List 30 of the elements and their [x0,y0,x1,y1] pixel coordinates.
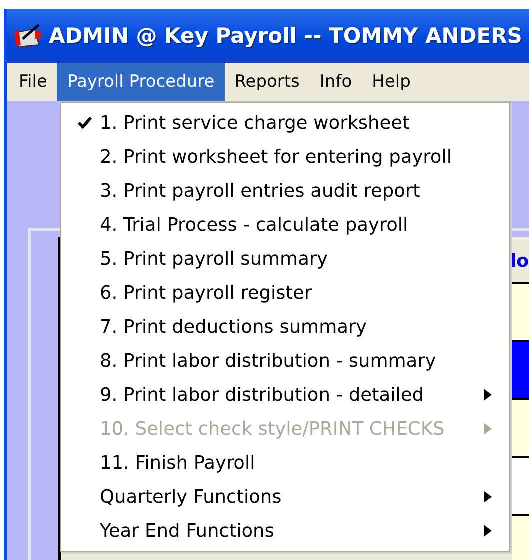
window-title: ADMIN @ Key Payroll -- TOMMY ANDERS [49,24,522,48]
column-header: lo [510,250,529,272]
grid-row[interactable] [512,284,529,340]
submenu-arrow-icon [483,422,493,436]
grid-row[interactable] [512,400,529,456]
menu-item[interactable]: File [9,63,58,101]
submenu-arrow-icon [483,524,493,538]
menu-option[interactable]: 4. Trial Process - calculate payroll [61,208,509,242]
menu-option[interactable]: 11. Finish Payroll [61,446,509,480]
menu-option[interactable]: 6. Print payroll register [61,276,509,310]
menu-option[interactable]: Quarterly Functions [61,480,509,514]
menu-item[interactable]: Info [310,63,362,101]
menu-option[interactable]: 5. Print payroll summary [61,242,509,276]
menu-option[interactable]: 2. Print worksheet for entering payroll [61,140,509,174]
menu-option[interactable]: Year End Functions [61,514,509,548]
menu-option[interactable]: 8. Print labor distribution - summary [61,344,509,378]
grid-row[interactable] [512,458,529,514]
menu-item[interactable]: Reports [224,63,310,101]
submenu-arrow-icon [483,490,493,504]
menu-item[interactable]: Payroll Procedure [57,63,225,101]
submenu-arrow-icon [483,388,493,402]
menu-option[interactable]: 1. Print service charge worksheet [61,106,509,140]
menu-item[interactable]: Help [362,63,421,101]
grid-row[interactable] [512,342,529,398]
menu-option[interactable]: 9. Print labor distribution - detailed [61,378,509,412]
app-logo-icon [13,23,43,49]
menu-option[interactable]: 7. Print deductions summary [61,310,509,344]
grid-row[interactable] [512,516,529,560]
menu-option[interactable]: 3. Print payroll entries audit report [61,174,509,208]
checkmark-icon [77,116,93,130]
